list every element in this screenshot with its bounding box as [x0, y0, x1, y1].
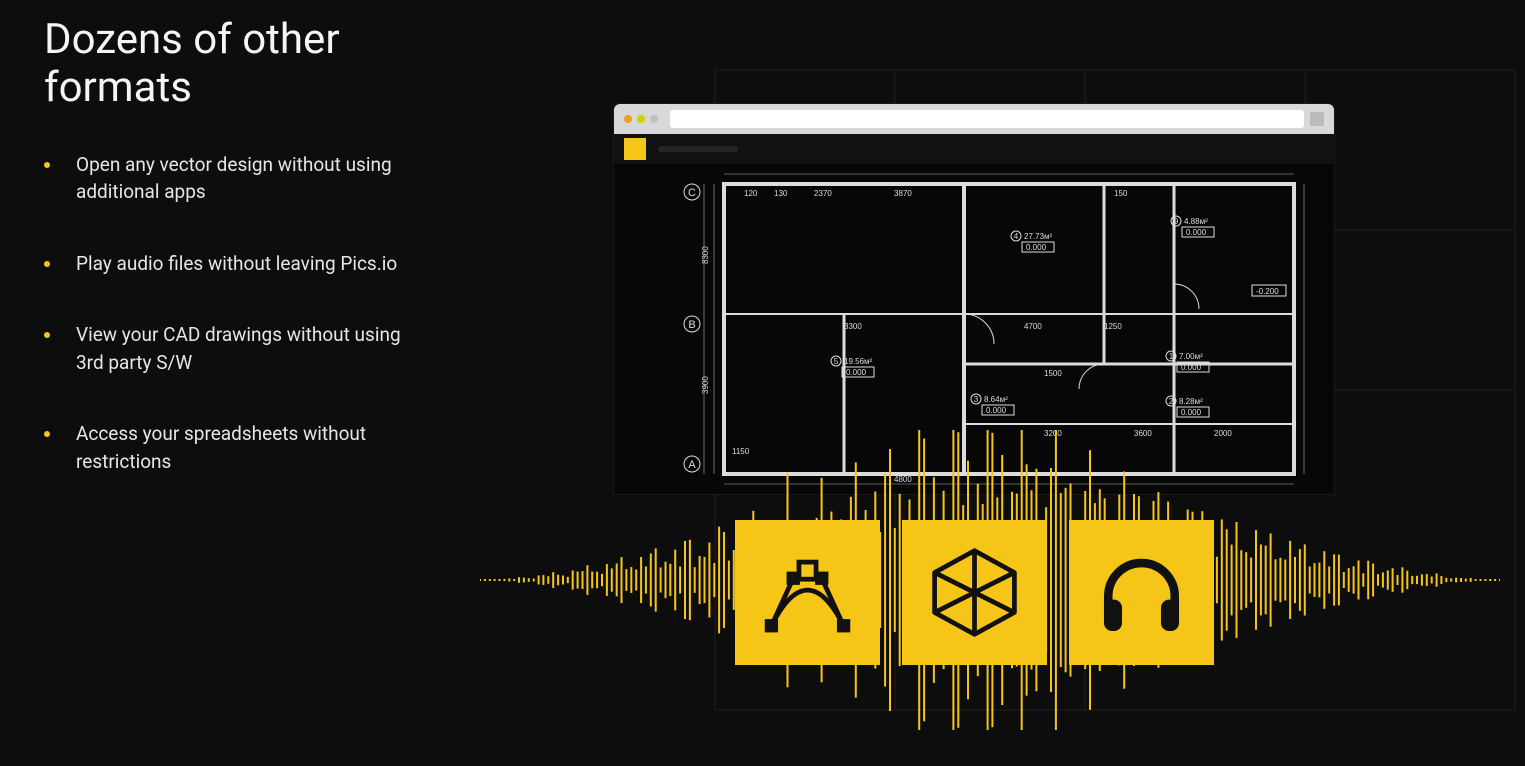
svg-text:8.28м²: 8.28м²	[1179, 397, 1203, 406]
bullet-dot-icon	[44, 162, 50, 168]
svg-text:150: 150	[1114, 189, 1128, 198]
svg-text:120: 120	[744, 189, 758, 198]
traffic-lights	[624, 115, 658, 123]
svg-text:4: 4	[1014, 232, 1019, 241]
svg-text:0.000: 0.000	[986, 406, 1007, 415]
feature-list: Open any vector design without using add…	[44, 151, 424, 476]
vector-icon	[760, 545, 855, 640]
feature-item: Access your spreadsheets without restric…	[44, 420, 424, 475]
svg-text:7.00м²: 7.00м²	[1179, 352, 1203, 361]
svg-text:9: 9	[1174, 217, 1179, 226]
svg-text:1250: 1250	[1104, 322, 1122, 331]
toolbar-placeholder	[658, 146, 738, 152]
cad-format-tile	[902, 520, 1047, 665]
svg-text:0.000: 0.000	[1181, 363, 1202, 372]
svg-text:2000: 2000	[1214, 429, 1232, 438]
svg-text:3600: 3600	[1134, 429, 1152, 438]
svg-text:19.56м²: 19.56м²	[844, 357, 873, 366]
axis-label: B	[688, 319, 695, 331]
svg-text:0.000: 0.000	[1026, 243, 1047, 252]
svg-text:0.000: 0.000	[1181, 408, 1202, 417]
feature-item: Open any vector design without using add…	[44, 151, 424, 206]
feature-text: Open any vector design without using add…	[76, 151, 424, 206]
headphones-icon	[1094, 545, 1189, 640]
window-controls	[1310, 112, 1324, 126]
feature-item: Play audio files without leaving Pics.io	[44, 250, 424, 278]
svg-text:0.000: 0.000	[846, 368, 867, 377]
svg-text:3900: 3900	[701, 376, 710, 394]
svg-text:4800: 4800	[894, 475, 912, 484]
svg-text:2: 2	[1169, 397, 1174, 406]
maximize-dot-icon	[650, 115, 658, 123]
feature-text: Access your spreadsheets without restric…	[76, 420, 424, 475]
bullet-dot-icon	[44, 261, 50, 267]
svg-text:1: 1	[1169, 352, 1174, 361]
svg-text:4.88м²: 4.88м²	[1184, 217, 1208, 226]
svg-text:8.64м²: 8.64м²	[984, 395, 1008, 404]
svg-text:0.000: 0.000	[1186, 228, 1207, 237]
vector-format-tile	[735, 520, 880, 665]
svg-text:3: 3	[974, 395, 979, 404]
feature-text: Play audio files without leaving Pics.io	[76, 250, 397, 278]
svg-text:27.73м²: 27.73м²	[1024, 232, 1053, 241]
svg-text:-0.200: -0.200	[1256, 287, 1279, 296]
browser-mockup: C B A 4 27.73м² 0.000 9 4.88м²	[614, 104, 1334, 494]
text-column: Dozens of other formats Open any vector …	[44, 16, 424, 519]
section-title: Dozens of other formats	[44, 16, 424, 113]
cad-blueprint-view: C B A 4 27.73м² 0.000 9 4.88м²	[614, 164, 1334, 494]
svg-text:130: 130	[774, 189, 788, 198]
svg-text:3300: 3300	[844, 322, 862, 331]
bullet-dot-icon	[44, 431, 50, 437]
svg-text:4700: 4700	[1024, 322, 1042, 331]
svg-text:2370: 2370	[814, 189, 832, 198]
window-control-icon	[1310, 112, 1324, 126]
audio-format-tile	[1069, 520, 1214, 665]
minimize-dot-icon	[637, 115, 645, 123]
svg-text:5: 5	[834, 357, 839, 366]
app-logo-icon	[624, 138, 646, 160]
svg-text:3200: 3200	[1044, 429, 1062, 438]
feature-item: View your CAD drawings without using 3rd…	[44, 321, 424, 376]
feature-text: View your CAD drawings without using 3rd…	[76, 321, 424, 376]
bullet-dot-icon	[44, 332, 50, 338]
format-tiles	[735, 520, 1214, 665]
svg-text:3870: 3870	[894, 189, 912, 198]
svg-text:1150: 1150	[732, 447, 750, 456]
svg-text:1500: 1500	[1044, 369, 1062, 378]
svg-text:8300: 8300	[701, 246, 710, 264]
close-dot-icon	[624, 115, 632, 123]
axis-label: A	[688, 459, 696, 471]
address-bar	[670, 110, 1304, 128]
app-toolbar	[614, 134, 1334, 164]
browser-titlebar	[614, 104, 1334, 134]
axis-label: C	[688, 187, 696, 199]
3d-cube-icon	[927, 545, 1022, 640]
